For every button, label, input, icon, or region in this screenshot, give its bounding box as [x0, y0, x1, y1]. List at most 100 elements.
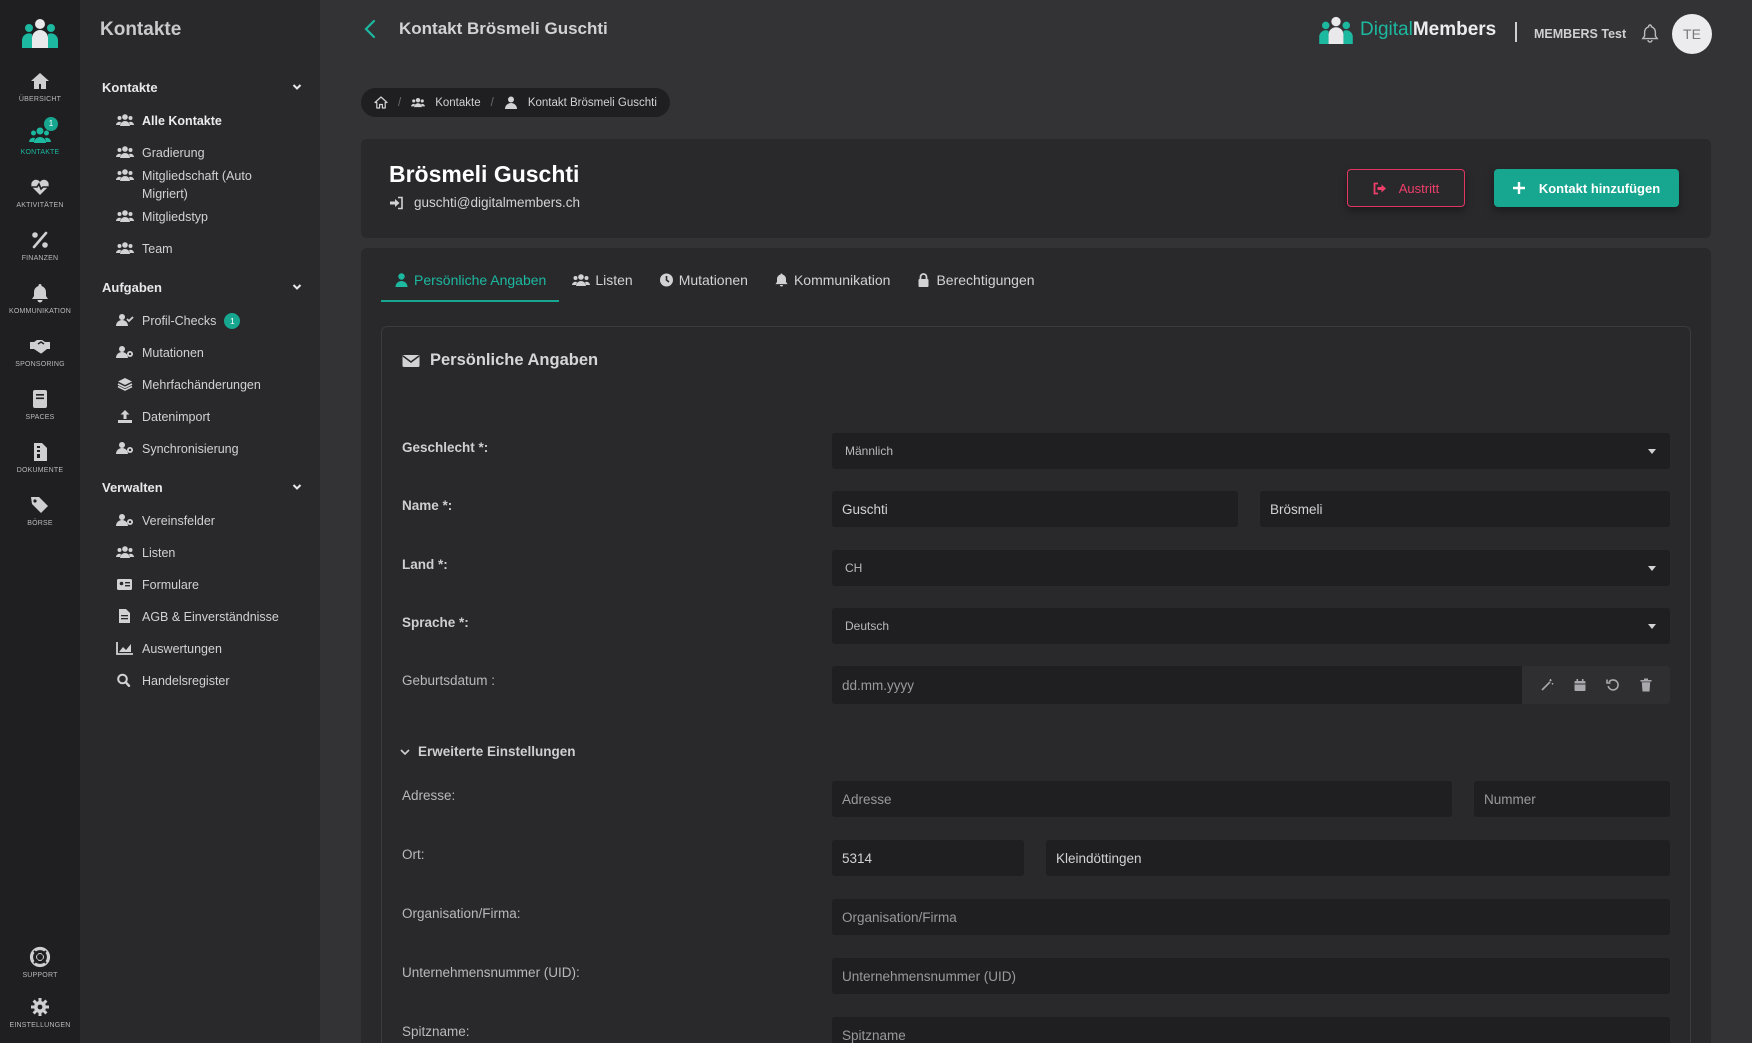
sidebar-item-auswertungen[interactable]: Auswertungen: [116, 640, 316, 658]
uid-input[interactable]: [842, 968, 1660, 984]
sidebar-item-mitgliedschaft[interactable]: Mitgliedschaft (Auto Migriert): [116, 167, 276, 203]
house-number-input[interactable]: [1484, 791, 1660, 807]
sidebar-section-verwalten[interactable]: Verwalten: [102, 477, 302, 497]
city-input[interactable]: [1056, 850, 1660, 866]
tab-persoenliche-angaben[interactable]: Persönliche Angaben: [381, 272, 560, 302]
rail-item-spaces[interactable]: Spaces: [0, 388, 80, 438]
sidebar-item-listen[interactable]: Listen: [116, 544, 316, 562]
country-label: Land *:: [402, 557, 448, 572]
rail-item-kontakte[interactable]: 1 Kontakte: [0, 117, 80, 173]
add-contact-button[interactable]: Kontakt hinzufügen: [1494, 169, 1679, 207]
sidebar-item-mitgliedstyp[interactable]: Mitgliedstyp: [116, 208, 316, 226]
tab-label: Mutationen: [678, 272, 748, 288]
magic-wand-icon[interactable]: [1540, 678, 1554, 692]
rail-label: Übersicht: [18, 96, 62, 103]
rail-item-sponsoring[interactable]: Sponsoring: [0, 335, 80, 385]
nickname-input[interactable]: [842, 1027, 1660, 1043]
rail-item-boerse[interactable]: Börse: [0, 494, 80, 544]
sidebar-item-label: Auswertungen: [142, 642, 222, 656]
house-number-field[interactable]: [1474, 781, 1670, 817]
sidebar-title: Kontakte: [100, 19, 182, 40]
sidebar-item-mutationen[interactable]: Mutationen: [116, 344, 316, 362]
trash-icon[interactable]: [1639, 678, 1653, 692]
nickname-field[interactable]: [832, 1017, 1670, 1043]
first-name-input[interactable]: [842, 501, 1228, 517]
section-title: Persönliche Angaben: [402, 351, 598, 370]
contact-detail-card: Persönliche Angaben Listen Mutationen Ko…: [361, 248, 1711, 1043]
rail-item-uebersicht[interactable]: Übersicht: [0, 70, 80, 120]
breadcrumb-home[interactable]: [374, 96, 388, 109]
sidebar-item-mehrfachaenderungen[interactable]: Mehrfachänderungen: [116, 376, 316, 394]
zip-field[interactable]: [832, 840, 1024, 876]
users-icon: [572, 274, 591, 286]
user-cog-icon: [116, 514, 133, 526]
users-icon: [116, 242, 134, 254]
last-name-field[interactable]: [1260, 491, 1670, 527]
first-name-field[interactable]: [832, 491, 1238, 527]
sidebar-item-handelsregister[interactable]: Handelsregister: [116, 672, 316, 690]
birthdate-input[interactable]: [842, 677, 1522, 693]
sidebar-item-alle-kontakte[interactable]: Alle Kontakte: [116, 112, 316, 130]
sidebar-item-gradierung[interactable]: Gradierung: [116, 144, 316, 162]
notification-bell-icon[interactable]: [1640, 23, 1660, 43]
gender-select[interactable]: Männlich: [832, 433, 1670, 469]
rail-item-dokumente[interactable]: Dokumente: [0, 441, 80, 491]
rail-item-finanzen[interactable]: Finanzen: [0, 229, 80, 279]
sidebar-item-team[interactable]: Team: [116, 240, 316, 258]
sidebar-item-synchronisierung[interactable]: Synchronisierung: [116, 440, 316, 458]
calendar-icon[interactable]: [1573, 678, 1587, 692]
sidebar-item-label: Vereinsfelder: [142, 514, 215, 528]
contact-name: Brösmeli Guschti: [389, 161, 580, 187]
notification-badge: 1: [224, 313, 241, 329]
sidebar-item-formulare[interactable]: Formulare: [116, 576, 316, 594]
nickname-label: Spitzname:: [402, 1024, 470, 1039]
sidebar-section-aufgaben[interactable]: Aufgaben: [102, 277, 302, 297]
home-icon: [374, 96, 388, 109]
file-icon: [29, 441, 51, 463]
app-logo-icon[interactable]: [21, 18, 59, 48]
organization-label: Organisation/Firma:: [402, 906, 521, 921]
tab-kommunikation[interactable]: Kommunikation: [761, 272, 904, 302]
sidebar-item-label: Profil-Checks: [142, 314, 217, 328]
sidebar-item-label: Mehrfachänderungen: [142, 378, 261, 392]
country-select[interactable]: CH: [832, 550, 1670, 586]
home-icon: [29, 70, 51, 92]
uid-field[interactable]: [832, 958, 1670, 994]
rail-item-support[interactable]: Support: [0, 946, 80, 996]
organization-input[interactable]: [842, 909, 1660, 925]
last-name-input[interactable]: [1270, 501, 1660, 517]
address-field[interactable]: [832, 781, 1452, 817]
sidebar-item-vereinsfelder[interactable]: Vereinsfelder: [116, 512, 316, 530]
language-select[interactable]: Deutsch: [832, 608, 1670, 644]
reset-icon[interactable]: [1605, 678, 1620, 692]
sidebar-item-agb[interactable]: AGB & Einverständnisse: [116, 608, 316, 626]
advanced-settings-toggle[interactable]: Erweiterte Einstellungen: [400, 744, 576, 759]
bell-icon: [29, 282, 51, 304]
address-input[interactable]: [842, 791, 1442, 807]
tab-mutationen[interactable]: Mutationen: [646, 272, 761, 302]
austritt-button[interactable]: Austritt: [1347, 169, 1465, 207]
heartbeat-icon: [29, 176, 51, 198]
caret-down-icon: [1648, 566, 1656, 571]
tab-listen[interactable]: Listen: [559, 272, 645, 302]
sidebar-item-datenimport[interactable]: Datenimport: [116, 408, 316, 426]
sidebar-item-label: Handelsregister: [142, 674, 230, 688]
avatar[interactable]: TE: [1672, 14, 1712, 54]
organization-name[interactable]: MEMBERS Test: [1534, 27, 1626, 41]
rail-item-kommunikation[interactable]: Kommunikation: [0, 282, 80, 332]
breadcrumb-kontakte[interactable]: Kontakte: [411, 96, 481, 109]
rail-label: Sponsoring: [15, 361, 65, 368]
brand-logo[interactable]: Digital Members: [1318, 16, 1496, 44]
sidebar-item-profil-checks[interactable]: Profil-Checks 1: [116, 312, 316, 330]
birthdate-field[interactable]: [832, 666, 1670, 704]
tab-berechtigungen[interactable]: Berechtigungen: [903, 272, 1047, 302]
rail-item-einstellungen[interactable]: Einstellungen: [0, 996, 80, 1043]
sidebar-item-label: Mitgliedstyp: [142, 210, 208, 224]
language-label: Sprache *:: [402, 615, 469, 630]
sidebar-section-kontakte[interactable]: Kontakte: [102, 77, 302, 97]
back-arrow-icon[interactable]: [362, 19, 380, 39]
rail-item-aktivitaeten[interactable]: Aktivitäten: [0, 176, 80, 226]
city-field[interactable]: [1046, 840, 1670, 876]
zip-input[interactable]: [842, 850, 1014, 866]
organization-field[interactable]: [832, 899, 1670, 935]
